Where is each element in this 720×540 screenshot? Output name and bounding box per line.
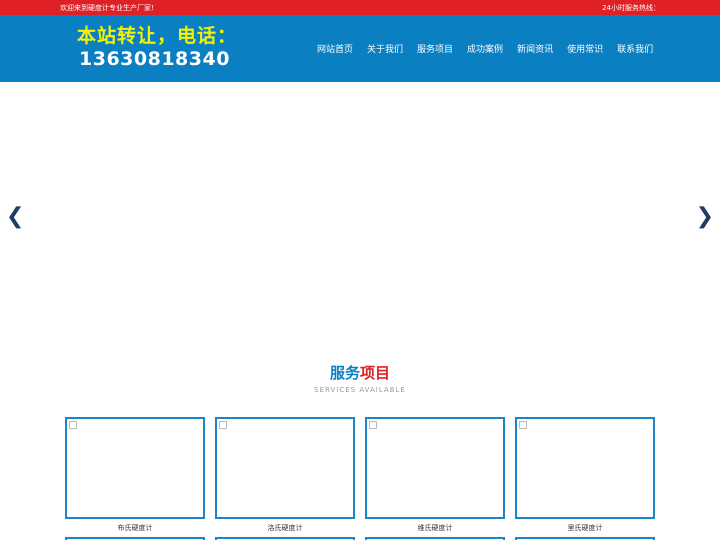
service-caption[interactable]: 里氏硬度计 (515, 523, 655, 533)
service-caption[interactable]: 维氏硬度计 (365, 523, 505, 533)
nav-item-home[interactable]: 网站首页 (317, 42, 353, 55)
service-image[interactable] (515, 417, 655, 519)
service-image[interactable] (215, 417, 355, 519)
service-image[interactable] (65, 417, 205, 519)
service-card[interactable]: 里氏硬度计 (515, 417, 655, 533)
top-bar: 欢迎来到硬度计专业生产厂家! 24小时服务热线： (0, 0, 720, 15)
nav-item-news[interactable]: 新闻资讯 (517, 42, 553, 55)
nav-item-contact[interactable]: 联系我们 (617, 42, 653, 55)
nav-item-services[interactable]: 服务项目 (417, 42, 453, 55)
service-card[interactable]: 洛氏硬度计 (215, 417, 355, 533)
service-image[interactable] (365, 417, 505, 519)
broken-image-icon (219, 421, 227, 429)
hotline-text: 24小时服务热线： (602, 4, 660, 12)
nav-item-about[interactable]: 关于我们 (367, 42, 403, 55)
chevron-right-icon[interactable]: ❯ (696, 202, 714, 232)
services-subtitle: SERVICES AVAILABLE (314, 386, 406, 394)
service-caption[interactable]: 洛氏硬度计 (215, 523, 355, 533)
nav-item-knowledge[interactable]: 使用常识 (567, 42, 603, 55)
welcome-text: 欢迎来到硬度计专业生产厂家! (60, 4, 154, 12)
broken-image-icon (369, 421, 377, 429)
services-title: 服务项目 (0, 362, 720, 383)
nav-item-cases[interactable]: 成功案例 (467, 42, 503, 55)
logo-phone[interactable]: 13630818340 (79, 48, 230, 70)
banner-slider: ❮ ❯ (0, 82, 720, 352)
main-nav: 网站首页 关于我们 服务项目 成功案例 新闻资讯 使用常识 联系我们 (310, 42, 660, 55)
logo-headline[interactable]: 本站转让，电话： (77, 21, 237, 48)
service-caption[interactable]: 布氏硬度计 (65, 523, 205, 533)
service-card[interactable]: 维氏硬度计 (365, 417, 505, 533)
broken-image-icon (519, 421, 527, 429)
services-title-part1: 服务 (329, 364, 360, 382)
chevron-left-icon[interactable]: ❮ (6, 202, 24, 232)
services-title-part2: 项目 (360, 364, 391, 382)
service-card[interactable]: 布氏硬度计 (65, 417, 205, 533)
header: 本站转让，电话： 13630818340 网站首页 关于我们 服务项目 成功案例… (0, 15, 720, 82)
broken-image-icon (69, 421, 77, 429)
